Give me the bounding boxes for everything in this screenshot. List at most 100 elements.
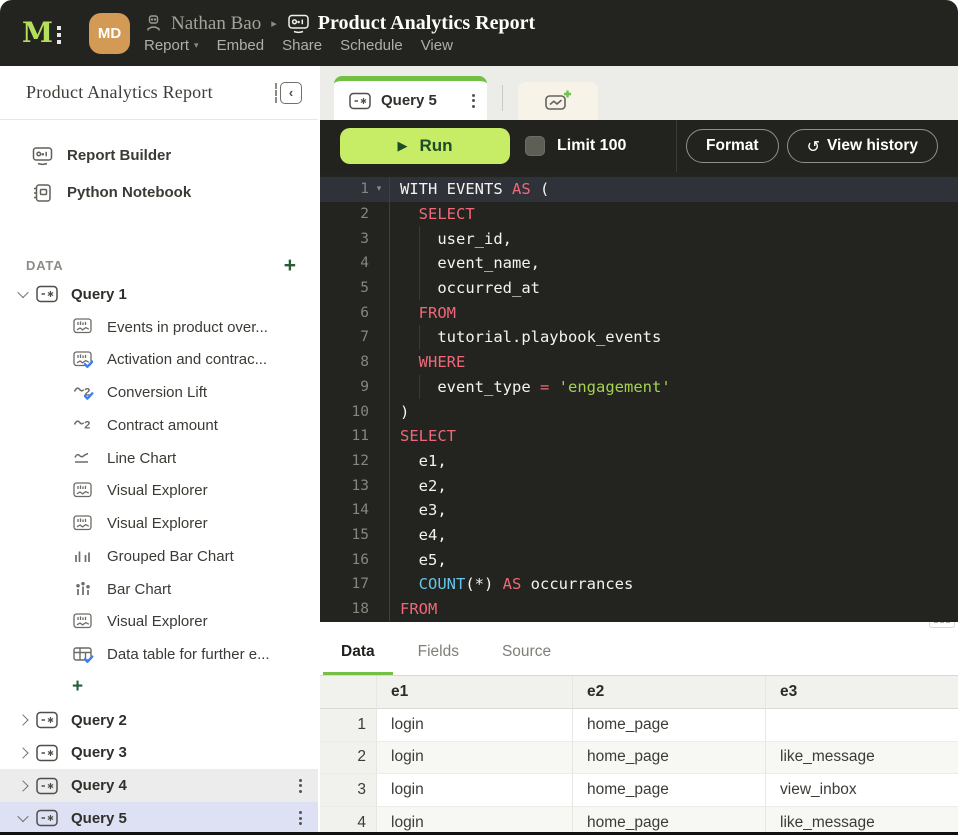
sidebar-item-report-builder[interactable]: Report Builder	[0, 137, 318, 174]
menu-item-label: Embed	[217, 37, 265, 54]
chevron-down-icon: ▾	[194, 41, 199, 51]
line-number-cell: 13	[320, 473, 389, 498]
limit-100-toggle[interactable]: Limit 100	[525, 136, 626, 156]
code-line[interactable]: 12 e1,	[320, 449, 958, 474]
sidebar-item-python-notebook[interactable]: Python Notebook	[0, 174, 318, 211]
code-line[interactable]: 7 tutorial.playbook_events	[320, 325, 958, 350]
code-line[interactable]: 11SELECT	[320, 424, 958, 449]
table-cell[interactable]: home_page	[573, 807, 766, 832]
row-number: 2	[320, 742, 377, 775]
format-button[interactable]: Format	[686, 129, 779, 163]
table-cell[interactable]: home_page	[573, 709, 766, 742]
code-line[interactable]: 8 WHERE	[320, 350, 958, 375]
header-text: Nathan Bao ▸ Product Analytics Report Re…	[144, 12, 535, 54]
tab-kebab-menu-icon[interactable]	[472, 94, 475, 108]
code-line[interactable]: 5 occurred_at	[320, 276, 958, 301]
tree-item-contract-amount[interactable]: 2Contract amount	[0, 409, 318, 442]
avatar[interactable]: MD	[89, 13, 130, 54]
tree-item-visual-explorer[interactable]: Visual Explorer	[0, 507, 318, 540]
data-section-header: DATA +	[0, 252, 318, 278]
table-cell[interactable]: login	[377, 709, 573, 742]
fold-caret-icon[interactable]: ▾	[369, 184, 389, 194]
tree-query-row-query-5[interactable]: Query 5	[0, 802, 318, 832]
tree-query-row-query-4[interactable]: Query 4	[0, 769, 318, 802]
new-chart-tab[interactable]	[518, 82, 598, 120]
menu-item-view[interactable]: View	[421, 37, 453, 54]
tree-item-visual-explorer[interactable]: Visual Explorer	[0, 475, 318, 508]
collapse-sidebar-button[interactable]: ‹	[275, 82, 302, 104]
chevron-right-icon[interactable]	[17, 747, 28, 758]
table-cell[interactable]: login	[377, 774, 573, 807]
code-line[interactable]: 16 e5,	[320, 547, 958, 572]
column-header-e2[interactable]: e2	[573, 676, 766, 709]
menu-item-schedule[interactable]: Schedule	[340, 37, 403, 54]
tab-source[interactable]: Source	[484, 635, 569, 675]
row-kebab-menu-icon[interactable]	[299, 811, 302, 825]
table-cell[interactable]: like_message	[766, 807, 958, 832]
menu-item-share[interactable]: Share	[282, 37, 322, 54]
tab-query-5[interactable]: Query 5	[334, 76, 487, 120]
tree-item-bar-chart[interactable]: Bar Chart	[0, 573, 318, 606]
tree-query-row-query-3[interactable]: Query 3	[0, 737, 318, 770]
breadcrumb-user[interactable]: Nathan Bao	[171, 13, 261, 35]
row-kebab-menu-icon[interactable]	[299, 779, 302, 793]
code-line[interactable]: 9 event_type = 'engagement'	[320, 375, 958, 400]
chevron-down-icon[interactable]	[17, 287, 28, 298]
collapse-dash-icon	[275, 83, 277, 103]
line-number-cell: 12	[320, 449, 389, 474]
tree-query-row-query-2[interactable]: Query 2	[0, 704, 318, 737]
code-token	[400, 353, 419, 371]
code-line[interactable]: 18FROM	[320, 597, 958, 622]
menu-item-report[interactable]: Report▾	[144, 37, 199, 54]
code-line[interactable]: 17 COUNT(*) AS occurrances	[320, 572, 958, 597]
sql-editor[interactable]: 1▾WITH EVENTS AS (2 SELECT3 user_id,4 ev…	[320, 172, 958, 622]
code-line[interactable]: 4 event_name,	[320, 251, 958, 276]
mode-logo-icon[interactable]: M	[22, 19, 61, 47]
table-cell[interactable]: home_page	[573, 742, 766, 775]
tree-item-visual-explorer[interactable]: Visual Explorer	[0, 606, 318, 639]
code-line[interactable]: 6 FROM	[320, 300, 958, 325]
column-header-e1[interactable]: e1	[377, 676, 573, 709]
tab-data[interactable]: Data	[323, 635, 393, 675]
chevron-right-icon[interactable]	[17, 780, 28, 791]
code-line[interactable]: 14 e3,	[320, 498, 958, 523]
menu-item-label: Share	[282, 37, 322, 54]
code-token: e2,	[400, 477, 447, 495]
panel-resize-handle[interactable]	[929, 622, 955, 628]
column-header-e3[interactable]: e3	[766, 676, 958, 709]
code-line[interactable]: 15 e4,	[320, 523, 958, 548]
line-number: 9	[320, 379, 369, 395]
code-line[interactable]: 3 user_id,	[320, 226, 958, 251]
code-line[interactable]: 10)	[320, 399, 958, 424]
limit-checkbox[interactable]	[525, 136, 545, 156]
table-cell[interactable]	[766, 709, 958, 742]
code-token: event_name,	[400, 254, 540, 272]
table-cell[interactable]: like_message	[766, 742, 958, 775]
chevron-right-icon[interactable]	[17, 714, 28, 725]
chevron-down-icon[interactable]	[17, 811, 28, 822]
line-number: 16	[320, 552, 369, 568]
table-cell[interactable]: login	[377, 742, 573, 775]
tree-item-activation-and-contrac[interactable]: Activation and contrac...	[0, 344, 318, 377]
view-history-button[interactable]: ↺ View history	[787, 129, 938, 163]
tree-item-data-table-for-further-e[interactable]: Data table for further e...	[0, 638, 318, 671]
table-cell[interactable]: login	[377, 807, 573, 832]
code-line[interactable]: 2 SELECT	[320, 202, 958, 227]
tree-query-row-query-1[interactable]: Query 1	[0, 278, 318, 311]
table-cell[interactable]: view_inbox	[766, 774, 958, 807]
add-chart-button[interactable]: +	[0, 671, 318, 704]
tree-item-conversion-lift[interactable]: 2Conversion Lift	[0, 376, 318, 409]
tree-item-line-chart[interactable]: Line Chart	[0, 442, 318, 475]
add-query-button[interactable]: +	[284, 255, 296, 276]
run-button[interactable]: ▶ Run	[340, 128, 510, 164]
format-label: Format	[706, 137, 759, 155]
tab-fields[interactable]: Fields	[400, 635, 477, 675]
table-cell[interactable]: home_page	[573, 774, 766, 807]
code-line[interactable]: 13 e2,	[320, 473, 958, 498]
sidebar: Product Analytics Report ‹ Report B	[0, 66, 318, 832]
tree-item-events-in-product-over[interactable]: Events in product over...	[0, 311, 318, 344]
tree-item-grouped-bar-chart[interactable]: Grouped Bar Chart	[0, 540, 318, 573]
top-bar: M MD Nathan Bao ▸	[0, 0, 958, 66]
code-line[interactable]: 1▾WITH EVENTS AS (	[320, 177, 958, 202]
menu-item-embed[interactable]: Embed	[217, 37, 265, 54]
